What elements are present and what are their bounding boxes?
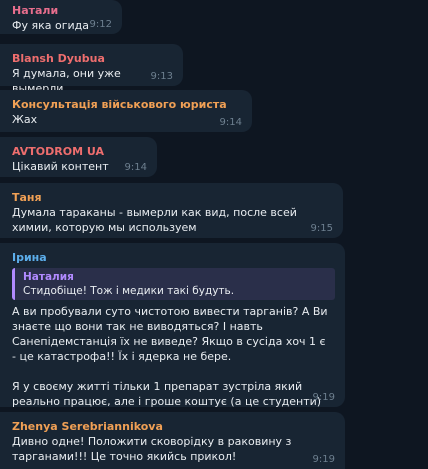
message-bubble[interactable]: Таня Думала тараканы - вымерли как вид, … xyxy=(0,183,343,238)
sender-name[interactable]: Zhenya Serebriannikova xyxy=(12,420,335,434)
reply-quote[interactable]: Наталия Стидобіще! Тож і медики такі буд… xyxy=(12,268,335,300)
message-time: 9:19 xyxy=(312,454,335,465)
message-time: 9:19 xyxy=(312,392,335,403)
sender-name[interactable]: Консультація військового юриста xyxy=(12,98,242,112)
message-time: 9:13 xyxy=(150,71,173,82)
message-bubble[interactable]: Натали Фу яка огида 9:12 xyxy=(0,0,122,34)
quote-text: Стидобіще! Тож і медики такі будуть. xyxy=(23,285,235,297)
sender-name[interactable]: Таня xyxy=(12,191,333,205)
message-text: Думала тараканы - вымерли как вид, после… xyxy=(12,206,301,234)
message-bubble[interactable]: AVTODROM UA Цікавий контент 9:14 xyxy=(0,137,157,177)
message-time: 9:15 xyxy=(310,223,333,234)
message-time: 9:14 xyxy=(219,117,242,128)
message-bubble[interactable]: Blansh Dyubua Я думала, они уже вымерли … xyxy=(0,44,183,95)
message-bubble[interactable]: Zhenya Serebriannikova Дивно одне! Полож… xyxy=(0,412,345,469)
quote-sender-name: Наталия xyxy=(23,271,74,283)
message-time: 9:14 xyxy=(124,162,147,173)
sender-name[interactable]: AVTODROM UA xyxy=(12,145,147,159)
message-bubble[interactable]: Ірина Наталия Стидобіще! Тож і медики та… xyxy=(0,243,345,429)
sender-name[interactable]: Ірина xyxy=(12,251,335,265)
message-time: 9:12 xyxy=(89,19,112,30)
message-bubble[interactable]: Консультація військового юриста Жах 9:14 xyxy=(0,90,252,132)
message-text: Дивно одне! Положити сковорідку в ракови… xyxy=(12,435,295,463)
sender-name[interactable]: Blansh Dyubua xyxy=(12,52,173,66)
message-text: А ви пробували суто чистотою вивести тар… xyxy=(12,305,328,408)
message-text: Жах xyxy=(12,113,38,126)
sender-name[interactable]: Натали xyxy=(12,4,112,18)
